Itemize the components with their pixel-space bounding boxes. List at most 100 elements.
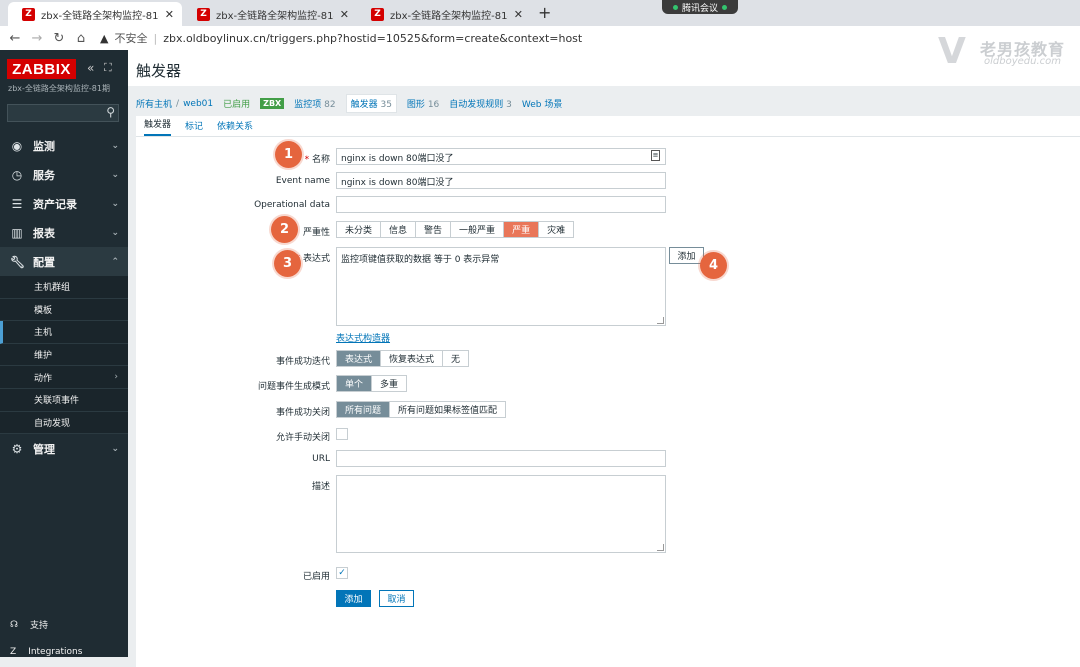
list-icon: ☰ [11, 196, 23, 211]
expression-builder-link[interactable]: 表达式构造器 [336, 331, 390, 344]
menu-item-administration[interactable]: ⚙ 管理 ⌄ [0, 434, 128, 463]
field-icon[interactable]: ≡ [651, 150, 660, 161]
url-field[interactable]: ▲ 不安全 | zbx.oldboylinux.cn/triggers.php?… [100, 30, 582, 46]
nav-graphs[interactable]: 图形 16 [407, 97, 439, 110]
browser-tab[interactable]: Z zbx-全链路全架构监控-81期: 配 ✕ [357, 2, 531, 26]
menu-item-monitoring[interactable]: ◉ 监测 ⌄ [0, 131, 128, 160]
add-expression-button[interactable]: 添加 [669, 247, 704, 264]
tab-title: zbx-全链路全架构监控-81期: 配 [216, 10, 334, 22]
menu-label: 支持 [30, 621, 49, 631]
ok-event-recovery-expression[interactable]: 恢复表达式 [381, 351, 444, 366]
severity-disaster[interactable]: 灾难 [539, 222, 574, 237]
sidebar-item-templates[interactable]: 模板 [0, 299, 128, 322]
meeting-indicator[interactable]: 腾讯会议 [662, 0, 738, 14]
host-status[interactable]: 已启用 [223, 97, 250, 110]
browser-tab[interactable]: Z zbx-全链路全架构监控-81期: 配 ✕ [8, 2, 182, 26]
sidebar-item-discovery[interactable]: 自动发现 [0, 412, 128, 435]
chevron-down-icon: ⌄ [111, 140, 119, 151]
enabled-checkbox[interactable]: ✓ [336, 567, 348, 579]
headset-icon: ☊ [10, 619, 18, 630]
menu-label: 服务 [33, 168, 55, 182]
sidebar-item-actions[interactable]: 动作 › [0, 366, 128, 389]
url-label: URL [312, 454, 330, 464]
manual-close-label: 允许手动关闭 [275, 433, 330, 443]
tab-tags[interactable]: 标记 [185, 119, 203, 136]
description-textarea[interactable] [336, 475, 666, 553]
tab-title: zbx-全链路全架构监控-81期: 配 [41, 10, 159, 22]
sidebar-item-label: 动作 [34, 373, 53, 384]
new-tab-button[interactable]: + [538, 3, 551, 22]
expression-label-text: 表达式 [302, 254, 330, 264]
problem-mode-single[interactable]: 单个 [337, 376, 373, 391]
reload-icon[interactable]: ↻ [48, 31, 70, 46]
event-name-input[interactable]: nginx is down 80端口没了 [336, 172, 666, 189]
back-arrow-icon[interactable]: ← [4, 31, 26, 46]
ok-close-label: 事件成功关闭 [275, 408, 330, 418]
problem-mode-row: 问题事件生成模式 单个 多重 [136, 375, 1080, 395]
ok-event-expression[interactable]: 表达式 [337, 351, 382, 366]
menu-item-services[interactable]: ◷ 服务 ⌄ [0, 160, 128, 189]
menu-item-support[interactable]: ☊ 支持 [10, 618, 49, 632]
severity-average[interactable]: 一般严重 [451, 222, 505, 237]
description-label: 描述 [311, 482, 330, 492]
sidebar-item-maintenance[interactable]: 维护 [0, 344, 128, 367]
nav-discovery-rules[interactable]: 自动发现规则 3 [449, 97, 512, 110]
severity-warning[interactable]: 警告 [416, 222, 452, 237]
severity-information[interactable]: 信息 [381, 222, 417, 237]
menu-label: 报表 [33, 226, 55, 240]
main-content: 触发器 所有主机 / web01 已启用 ZBX 监控项 82 触发器 35 图… [128, 50, 1080, 667]
sidebar-item-hosts[interactable]: 主机 [0, 321, 128, 344]
ok-close-tag-match[interactable]: 所有问题如果标签值匹配 [390, 402, 506, 417]
zabbix-logo[interactable]: ZABBIX [7, 59, 76, 79]
problem-mode-multiple[interactable]: 多重 [372, 376, 407, 391]
name-label-text: 名称 [311, 155, 330, 165]
problem-mode-selector: 单个 多重 [336, 375, 408, 392]
zabbix-favicon-icon: Z [22, 7, 35, 21]
tab-trigger[interactable]: 触发器 [144, 117, 172, 136]
breadcrumb-all-hosts[interactable]: 所有主机 [136, 97, 172, 110]
nav-items[interactable]: 监控项 82 [294, 97, 335, 110]
menu-item-inventory[interactable]: ☰ 资产记录 ⌄ [0, 189, 128, 218]
collapse-sidebar-icon[interactable]: « [87, 61, 94, 75]
eye-icon: ◉ [11, 138, 23, 153]
breadcrumb-host[interactable]: web01 [183, 99, 213, 109]
cancel-button[interactable]: 取消 [379, 590, 414, 607]
manual-close-row: 允许手动关闭 [136, 426, 1080, 446]
resize-handle-icon[interactable] [657, 544, 664, 551]
browser-tab[interactable]: Z zbx-全链路全架构监控-81期: 配 ✕ [183, 2, 357, 26]
url-input[interactable] [336, 450, 666, 467]
form-tabs: 触发器 标记 依赖关系 [136, 116, 1080, 137]
manual-close-checkbox[interactable] [336, 428, 348, 440]
submit-add-button[interactable]: 添加 [336, 590, 371, 607]
search-icon[interactable]: ⚲ [106, 105, 115, 119]
server-name: zbx-全链路全架构监控-81期 [8, 84, 110, 93]
name-input[interactable]: nginx is down 80端口没了 ≡ [336, 148, 666, 165]
kiosk-mode-icon[interactable]: ⛶ [104, 61, 112, 75]
nav-label: 图形 [406, 100, 425, 110]
nav-web-scenarios[interactable]: Web 场景 [522, 97, 562, 110]
home-icon[interactable]: ⌂ [70, 31, 92, 46]
sidebar-item-host-groups[interactable]: 主机群组 [0, 276, 128, 299]
ok-close-all-problems[interactable]: 所有问题 [337, 402, 391, 417]
ok-event-none[interactable]: 无 [443, 351, 469, 366]
expression-textarea[interactable]: 监控项键值获取的数据 等于 0 表示异常 [336, 247, 666, 326]
menu-item-configuration[interactable]: 🔧︎ 配置 ⌃ [0, 247, 128, 276]
close-icon[interactable]: ✕ [165, 8, 174, 21]
opdata-input[interactable] [336, 196, 666, 213]
sidebar-search-input[interactable]: ⚲ [7, 104, 119, 122]
menu-label: 配置 [33, 255, 55, 269]
menu-item-reports[interactable]: ▥ 报表 ⌄ [0, 218, 128, 247]
close-icon[interactable]: ✕ [340, 8, 349, 21]
severity-high[interactable]: 严重 [504, 222, 540, 237]
forward-arrow-icon[interactable]: → [26, 31, 48, 46]
menu-item-integrations[interactable]: Z Integrations [10, 647, 82, 657]
sidebar-item-event-correlation[interactable]: 关联项事件 [0, 389, 128, 412]
nav-triggers[interactable]: 触发器 35 [345, 94, 397, 113]
resize-handle-icon[interactable] [657, 317, 664, 324]
zbx-availability-badge: ZBX [260, 98, 285, 109]
close-icon[interactable]: ✕ [514, 8, 523, 21]
tab-dependencies[interactable]: 依赖关系 [217, 119, 253, 136]
ok-event-selector: 表达式 恢复表达式 无 [336, 350, 470, 367]
severity-not-classified[interactable]: 未分类 [337, 222, 382, 237]
url-separator: | [153, 31, 158, 45]
